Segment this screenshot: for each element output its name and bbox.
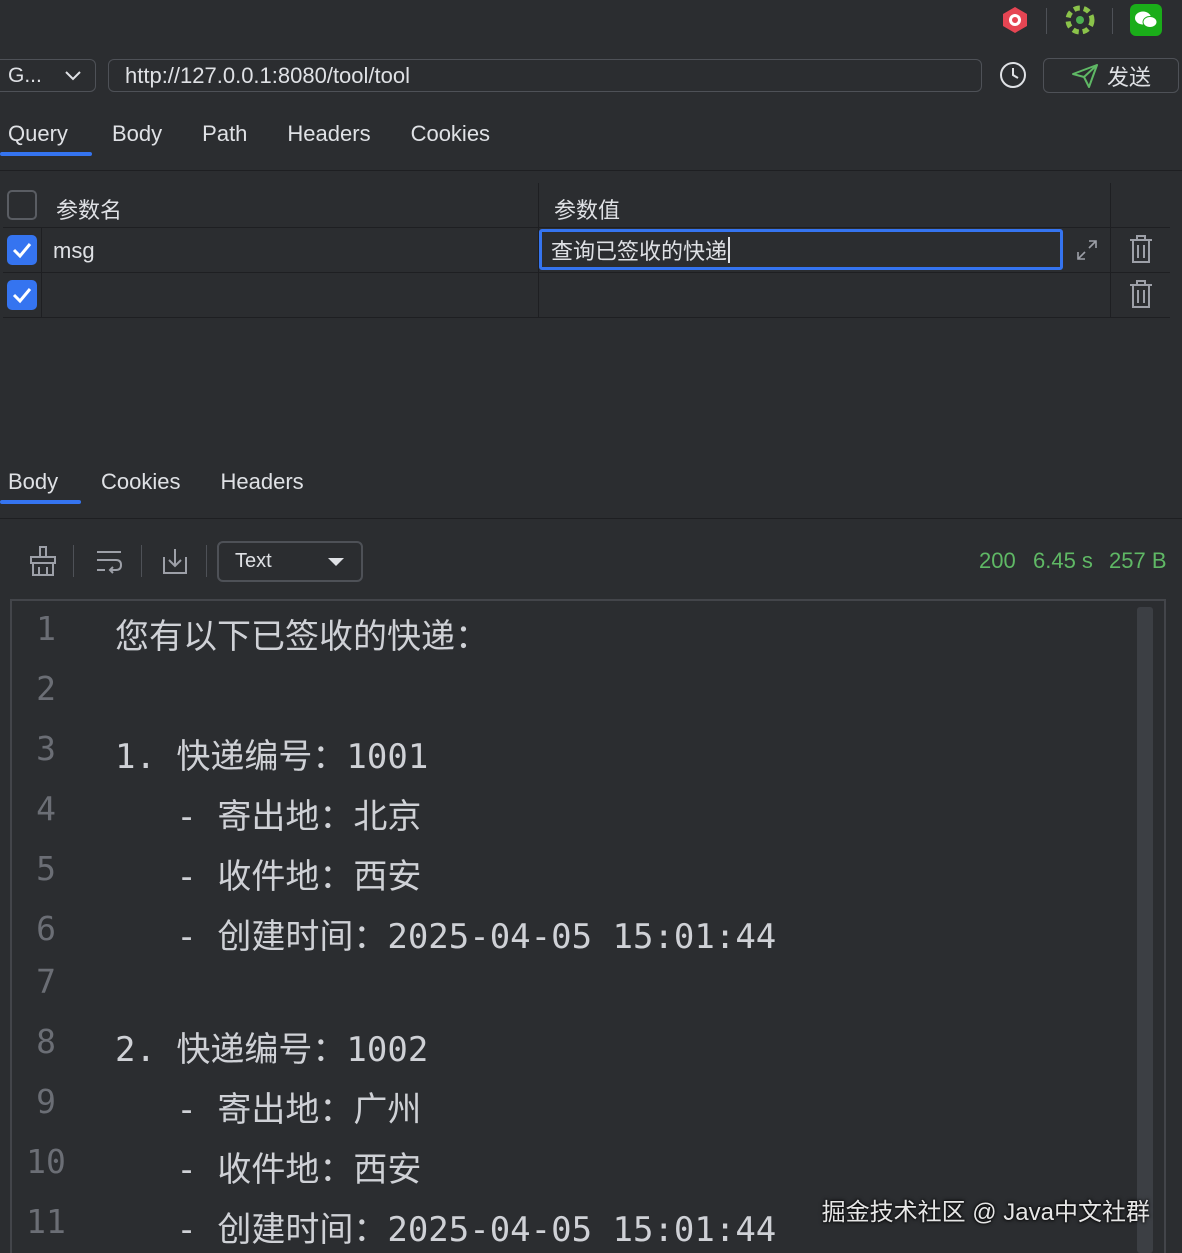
- line-text: - 收件地：西安: [115, 857, 422, 897]
- wrap-icon[interactable]: [91, 543, 127, 579]
- editor-line: 2: [12, 669, 1152, 729]
- expand-icon[interactable]: [1075, 238, 1099, 262]
- line-text: 1. 快递编号：1001: [115, 737, 429, 777]
- toolbar-divider: [1046, 8, 1047, 34]
- editor-line: 5 - 收件地：西安: [12, 849, 1152, 909]
- response-format-label: Text: [235, 550, 272, 572]
- param-value-header: 参数值: [554, 198, 621, 223]
- column-divider: [1110, 183, 1111, 318]
- line-text: - 寄出地：广州: [115, 1090, 422, 1130]
- editor-line: 3 1. 快递编号：1001: [12, 729, 1152, 789]
- tab-response-cookies[interactable]: Cookies: [93, 462, 188, 502]
- line-number: 7: [36, 962, 56, 1001]
- param-name-cell[interactable]: msg: [53, 238, 95, 264]
- param-name-header: 参数名: [56, 198, 123, 223]
- line-number: 3: [36, 729, 56, 768]
- chevron-down-icon: [65, 70, 81, 80]
- line-number: 11: [26, 1202, 66, 1241]
- param-value-text: 查询已签收的快递: [551, 238, 728, 264]
- trash-icon[interactable]: [1128, 279, 1154, 309]
- app-green-wheel-icon[interactable]: [1064, 4, 1096, 36]
- line-text: - 寄出地：北京: [115, 797, 422, 837]
- send-icon: [1071, 63, 1098, 88]
- toolbar-divider: [1112, 8, 1113, 34]
- url-text: http://127.0.0.1:8080/tool/tool: [125, 62, 411, 88]
- response-tabs: Body Cookies Headers: [0, 462, 312, 504]
- param-row: [3, 273, 1170, 318]
- response-editor[interactable]: 1 您有以下已签收的快递： 2 3 1. 快递编号：1001 4 - 寄出地：北京 …: [10, 599, 1166, 1253]
- toolbar-divider: [206, 545, 207, 577]
- send-button[interactable]: 发送: [1043, 58, 1179, 93]
- editor-line: 7: [12, 962, 1152, 1022]
- tab-query[interactable]: Query: [0, 114, 92, 156]
- text-caret: [728, 236, 731, 263]
- line-text: - 创建时间：2025-04-05 15:01:44: [115, 1210, 777, 1250]
- tab-response-headers[interactable]: Headers: [212, 462, 311, 502]
- download-icon[interactable]: [157, 543, 193, 579]
- send-label: 发送: [1106, 64, 1151, 90]
- dropdown-arrow-icon: [328, 557, 344, 566]
- tab-path[interactable]: Path: [194, 114, 255, 154]
- url-input[interactable]: http://127.0.0.1:8080/tool/tool: [108, 59, 982, 92]
- tabs-divider: [0, 518, 1182, 519]
- line-number: 10: [26, 1142, 66, 1181]
- response-time: 6.45 s: [1033, 548, 1093, 573]
- wechat-icon[interactable]: [1130, 4, 1162, 36]
- status-code: 200: [979, 548, 1016, 573]
- history-icon[interactable]: [998, 60, 1028, 90]
- tabs-divider: [0, 170, 1182, 171]
- line-number: 1: [36, 609, 56, 648]
- line-number: 2: [36, 669, 56, 708]
- param-value-input[interactable]: 查询已签收的快递: [539, 229, 1063, 270]
- line-number: 6: [36, 909, 56, 948]
- tab-headers[interactable]: Headers: [279, 114, 378, 154]
- request-tabs: Query Body Path Headers Cookies: [0, 114, 498, 156]
- app-red-icon[interactable]: [999, 4, 1031, 36]
- line-text: - 创建时间：2025-04-05 15:01:44: [115, 917, 777, 957]
- editor-line: 8 2. 快递编号：1002: [12, 1022, 1152, 1082]
- line-number: 4: [36, 789, 56, 828]
- select-all-checkbox[interactable]: [7, 190, 37, 220]
- line-number: 9: [36, 1082, 56, 1121]
- line-text: 2. 快递编号：1002: [115, 1030, 429, 1070]
- method-label: G...: [8, 63, 42, 87]
- check-icon: [12, 288, 32, 304]
- tab-body[interactable]: Body: [104, 114, 170, 154]
- response-format-select[interactable]: Text: [217, 541, 363, 582]
- method-select[interactable]: G...: [0, 59, 96, 92]
- tab-cookies[interactable]: Cookies: [403, 114, 498, 154]
- editor-line: 4 - 寄出地：北京: [12, 789, 1152, 849]
- line-text: - 收件地：西安: [115, 1150, 422, 1190]
- line-number: 8: [36, 1022, 56, 1061]
- editor-scrollbar[interactable]: [1137, 607, 1153, 1253]
- editor-line: 9 - 寄出地：广州: [12, 1082, 1152, 1142]
- response-size: 257 B: [1109, 548, 1167, 573]
- param-enabled-checkbox[interactable]: [7, 235, 37, 265]
- param-enabled-checkbox[interactable]: [7, 280, 37, 310]
- check-icon: [12, 243, 32, 259]
- editor-line: 6 - 创建时间：2025-04-05 15:01:44: [12, 909, 1152, 969]
- editor-line: 1 您有以下已签收的快递：: [12, 609, 1152, 669]
- watermark: 掘金技术社区 @ Java中文社群: [821, 1199, 1150, 1226]
- line-number: 5: [36, 849, 56, 888]
- column-divider: [41, 228, 42, 318]
- clear-icon[interactable]: [25, 543, 61, 579]
- tab-response-body[interactable]: Body: [0, 462, 81, 504]
- toolbar-divider: [73, 545, 74, 577]
- trash-icon[interactable]: [1128, 234, 1154, 264]
- line-text: 您有以下已签收的快递：: [115, 617, 489, 657]
- toolbar-divider: [141, 545, 142, 577]
